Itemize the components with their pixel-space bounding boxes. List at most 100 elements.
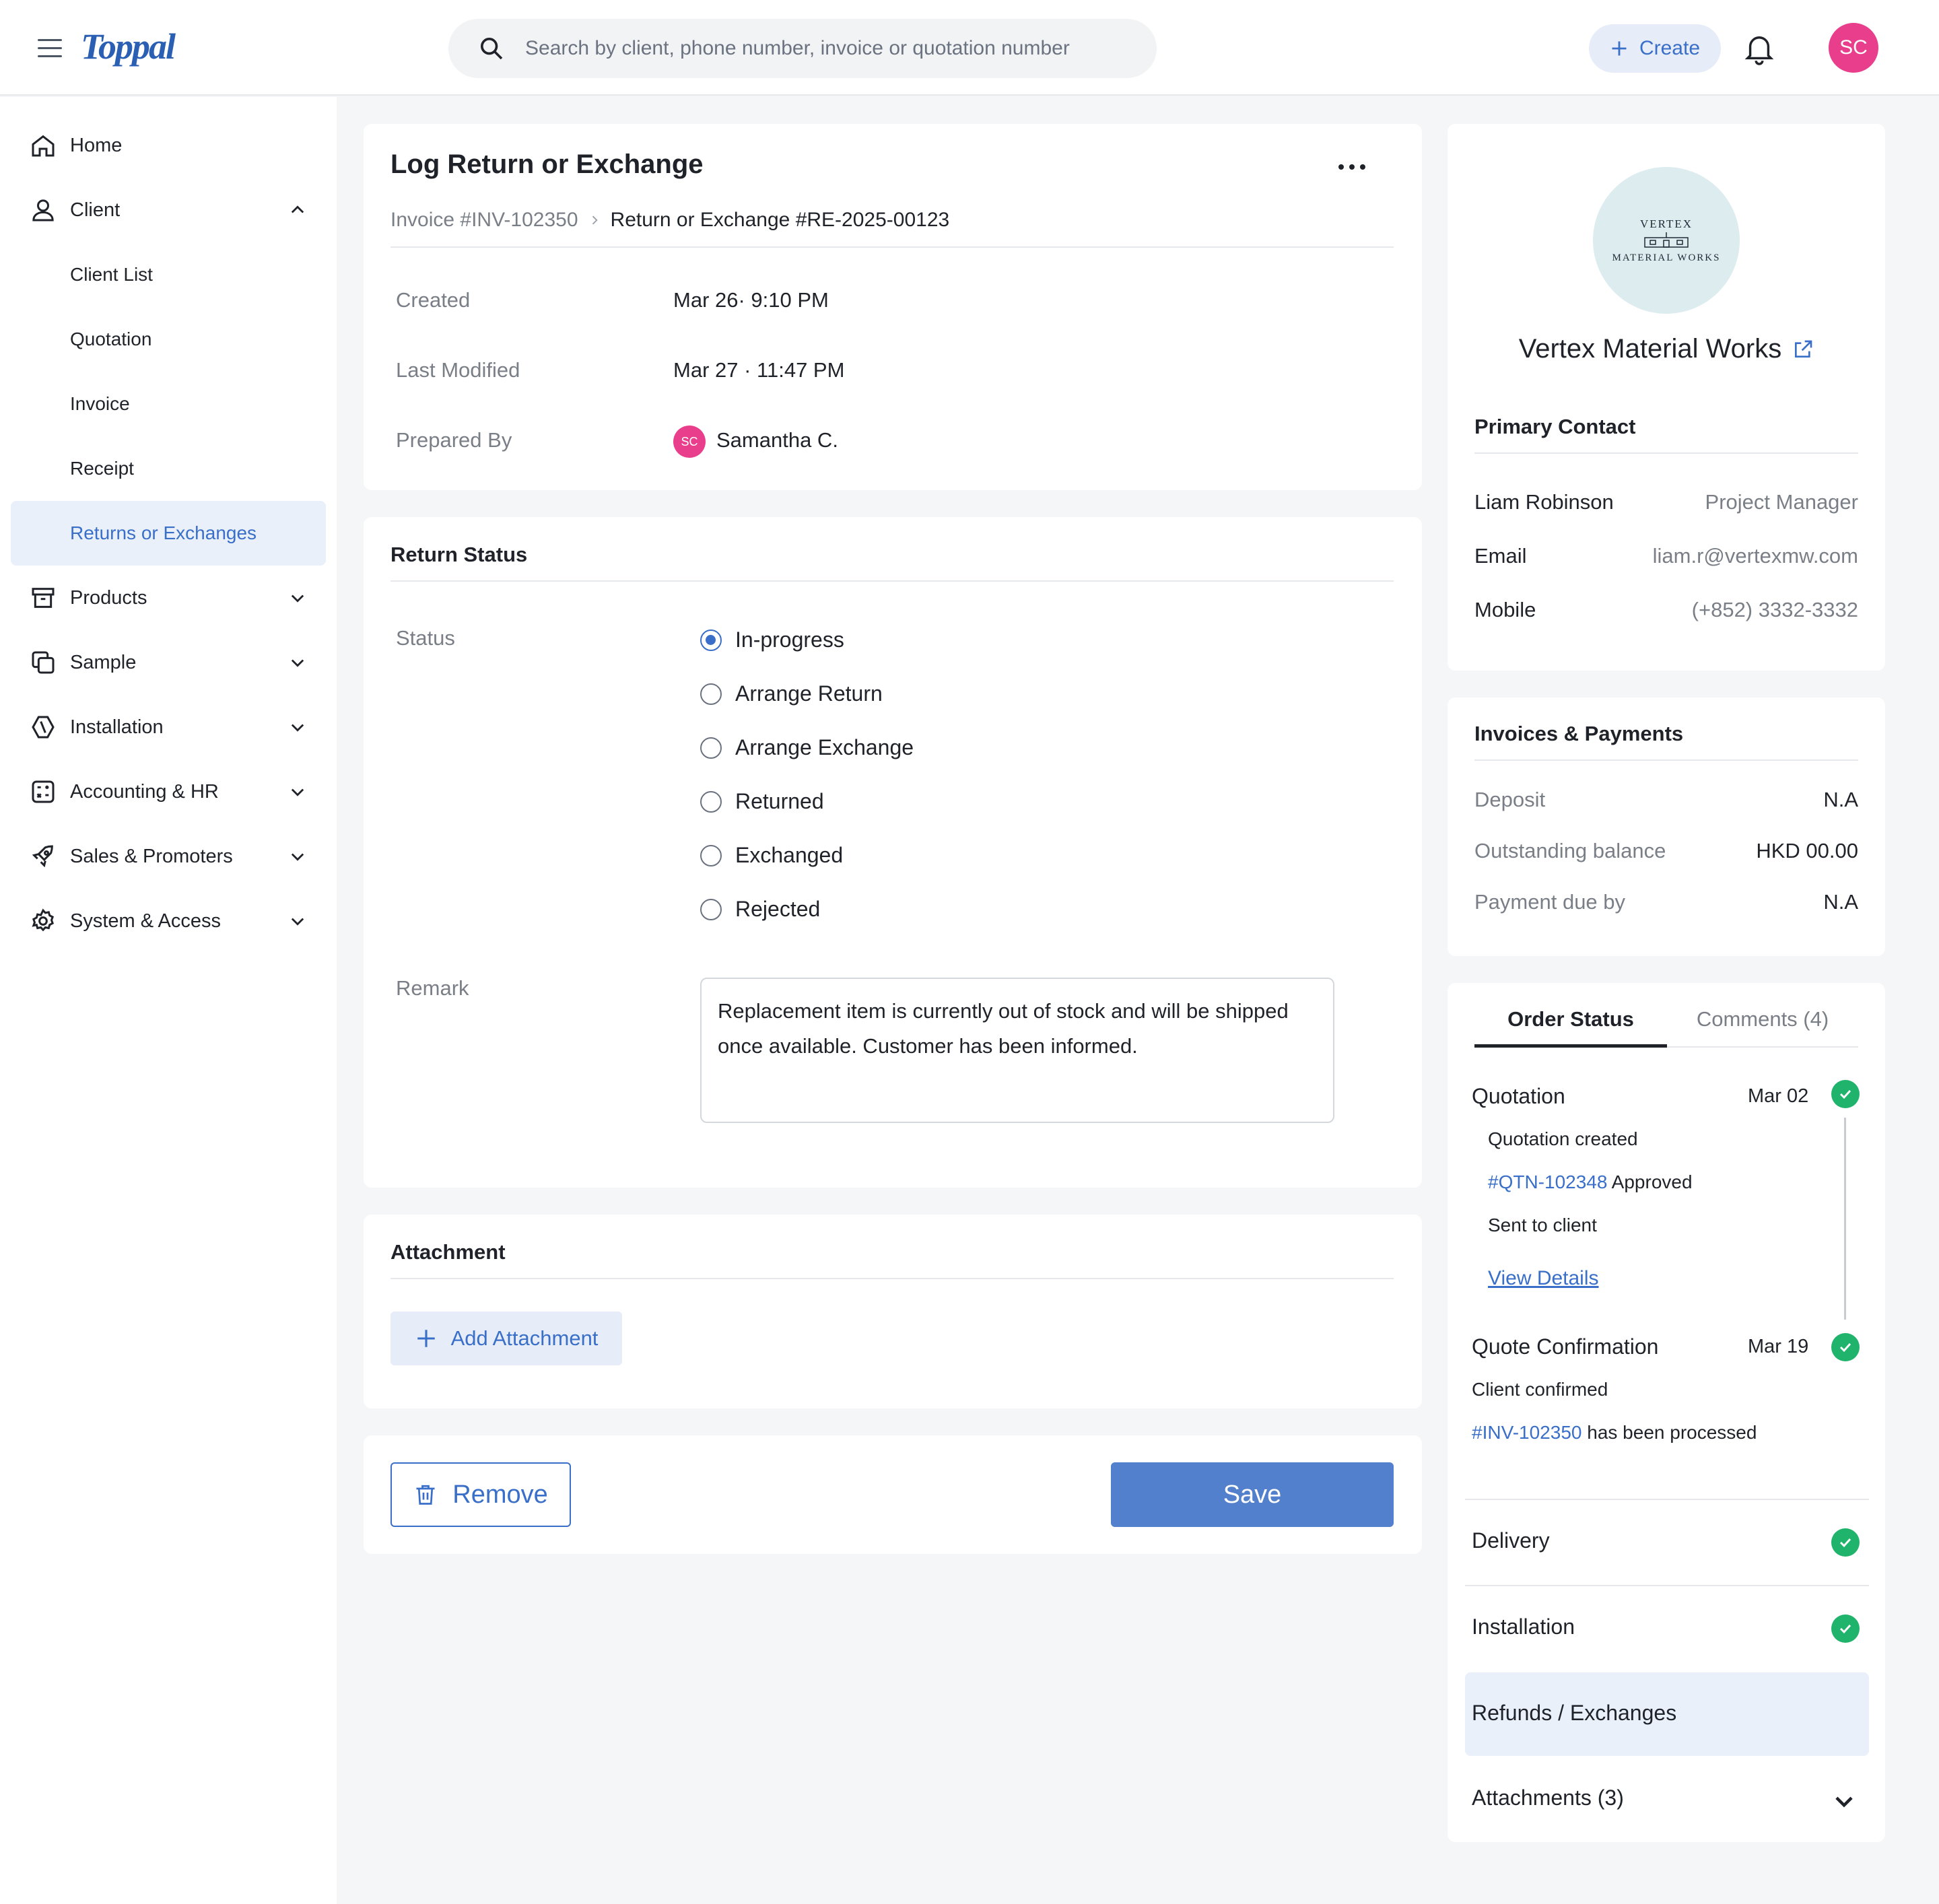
radio-exchanged[interactable]: Exchanged (700, 843, 843, 868)
sidebar-item-sample[interactable]: Sample (11, 630, 326, 695)
radio-icon (700, 844, 722, 866)
step-delivery[interactable]: Delivery (1465, 1500, 1869, 1585)
sidebar: Home Client Client List Quotation Invoic… (0, 97, 337, 1904)
mobile-label: Mobile (1474, 598, 1536, 621)
chevron-up-icon (291, 205, 304, 213)
client-name-row: Vertex Material Works (1448, 334, 1885, 364)
radio-icon (700, 737, 722, 759)
sidebar-item-products[interactable]: Products (11, 566, 326, 630)
add-attachment-button[interactable]: Add Attachment (390, 1312, 622, 1365)
save-button[interactable]: Save (1111, 1462, 1394, 1527)
sidebar-item-receipt[interactable]: Receipt (11, 436, 326, 501)
client-name[interactable]: Vertex Material Works (1519, 334, 1782, 364)
sidebar-item-returns[interactable]: Returns or Exchanges (11, 501, 326, 566)
check-circle-icon (1831, 1614, 1860, 1643)
divider (390, 1278, 1394, 1279)
step-quotation-title: Quotation (1472, 1084, 1565, 1108)
step-confirmation-title: Quote Confirmation (1472, 1334, 1659, 1359)
payments-title: Invoices & Payments (1474, 722, 1684, 745)
external-link-icon[interactable] (1792, 339, 1814, 360)
remark-label: Remark (396, 976, 469, 1000)
client-logo: VERTEX MATERIAL WORKS (1593, 167, 1740, 314)
return-status-title: Return Status (390, 543, 528, 566)
search-input[interactable] (525, 31, 1131, 66)
breadcrumb-current: Return or Exchange #RE-2025-00123 (610, 209, 950, 231)
sidebar-item-home[interactable]: Home (11, 113, 326, 178)
chevron-down-icon (291, 594, 304, 603)
building-icon (1644, 232, 1689, 248)
chevron-down-icon (291, 724, 304, 732)
quotation-link[interactable]: #QTN-102348 (1488, 1171, 1607, 1192)
radio-returned[interactable]: Returned (700, 789, 824, 814)
invoice-processed: #INV-102350 has been processed (1472, 1422, 1757, 1443)
chevron-down-icon (291, 659, 304, 667)
chevron-down-icon (291, 788, 304, 796)
page-title: Log Return or Exchange (390, 149, 704, 179)
breadcrumb-parent[interactable]: Invoice #INV-102350 (390, 209, 578, 232)
sidebar-item-client[interactable]: Client (11, 178, 326, 242)
contact-name: Liam Robinson (1474, 490, 1614, 514)
quotation-sent: Sent to client (1488, 1215, 1597, 1235)
chevron-right-icon (592, 215, 598, 225)
radio-arrange-return[interactable]: Arrange Return (700, 681, 883, 706)
radio-selected-icon (700, 629, 722, 651)
view-details-link[interactable]: View Details (1488, 1267, 1599, 1290)
step-refunds[interactable]: Refunds / Exchanges (1465, 1672, 1869, 1756)
sidebar-item-installation[interactable]: Installation (11, 695, 326, 759)
menu-icon[interactable] (38, 39, 62, 58)
attachment-title: Attachment (390, 1240, 506, 1264)
home-icon (32, 135, 55, 157)
prepared-avatar: SC (673, 426, 706, 458)
gear-icon (32, 908, 55, 932)
prepared-value: Samantha C. (716, 428, 838, 452)
sidebar-item-sales[interactable]: Sales & Promoters (11, 824, 326, 889)
radio-in-progress[interactable]: In-progress (700, 627, 844, 652)
primary-contact-title: Primary Contact (1474, 415, 1636, 438)
radio-icon (700, 683, 722, 705)
timeline-line (1844, 1118, 1846, 1320)
created-value: Mar 26· 9:10 PM (673, 288, 829, 312)
archive-icon (32, 588, 55, 608)
app-logo[interactable]: Toppal (81, 26, 176, 67)
check-circle-icon (1831, 1528, 1860, 1557)
chevron-down-icon (1835, 1796, 1853, 1808)
sidebar-item-quotation[interactable]: Quotation (11, 307, 326, 372)
step-quotation-date: Mar 02 (1748, 1085, 1809, 1107)
prepared-label: Prepared By (396, 428, 512, 452)
calculator-icon (32, 780, 55, 803)
outstanding-row: Outstanding balance HKD 00.00 (1474, 839, 1858, 862)
radio-icon (700, 790, 722, 813)
user-avatar[interactable]: SC (1829, 23, 1878, 73)
check-circle-icon (1831, 1333, 1860, 1361)
sidebar-item-accounting[interactable]: Accounting & HR (11, 759, 326, 824)
tab-order-status[interactable]: Order Status (1474, 1007, 1667, 1031)
sidebar-item-system[interactable]: System & Access (11, 889, 326, 953)
radio-icon (700, 898, 722, 920)
divider (390, 580, 1394, 582)
search-icon (481, 38, 503, 60)
remove-button[interactable]: Remove (390, 1462, 571, 1527)
check-circle-icon (1831, 1080, 1860, 1108)
invoice-link[interactable]: #INV-102350 (1472, 1422, 1581, 1443)
status-label: Status (396, 626, 455, 650)
radio-rejected[interactable]: Rejected (700, 897, 820, 922)
client-confirmed: Client confirmed (1472, 1379, 1608, 1400)
email-value[interactable]: liam.r@vertexmw.com (1653, 544, 1858, 568)
bell-icon[interactable] (1744, 32, 1775, 66)
sidebar-item-client-list[interactable]: Client List (11, 242, 326, 307)
step-attachments[interactable]: Attachments (3) (1465, 1759, 1869, 1842)
remark-textarea[interactable]: Replacement item is currently out of sto… (700, 978, 1334, 1123)
sidebar-item-invoice[interactable]: Invoice (11, 372, 326, 436)
create-label: Create (1639, 37, 1701, 59)
search-bar[interactable] (448, 19, 1157, 78)
top-bar: Toppal Create SC (0, 0, 1939, 96)
chevron-down-icon (291, 853, 304, 861)
mobile-value[interactable]: (+852) 3332-3332 (1692, 598, 1858, 622)
user-icon (32, 199, 54, 222)
more-options-icon[interactable] (1336, 155, 1368, 179)
step-confirmation-date: Mar 19 (1748, 1336, 1809, 1357)
step-installation[interactable]: Installation (1465, 1586, 1869, 1671)
create-button[interactable]: Create (1589, 24, 1721, 73)
tab-comments[interactable]: Comments (4) (1667, 1007, 1858, 1031)
radio-arrange-exchange[interactable]: Arrange Exchange (700, 735, 914, 760)
